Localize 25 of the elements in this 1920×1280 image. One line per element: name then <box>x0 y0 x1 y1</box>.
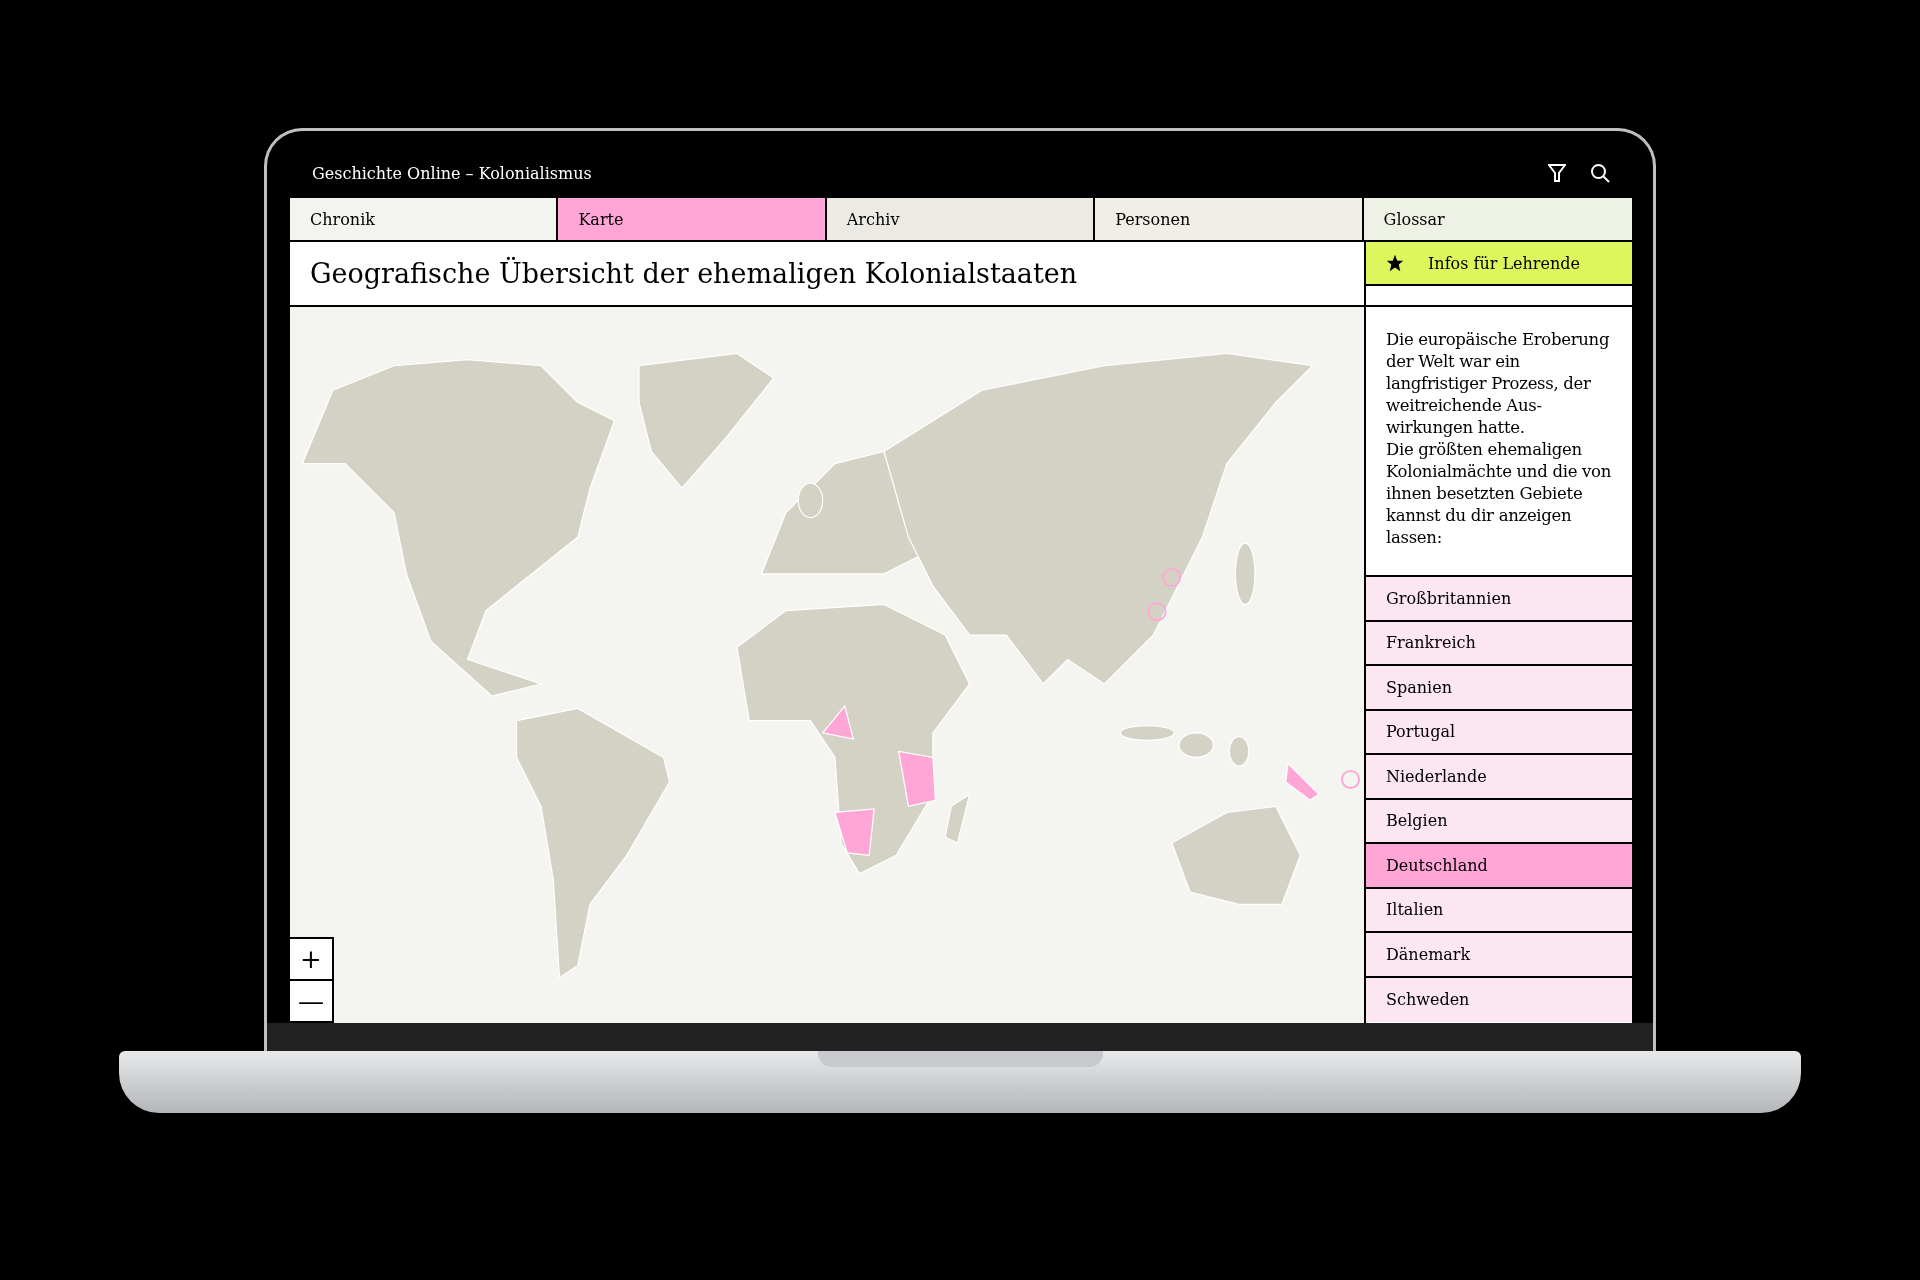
nav-tab[interactable]: Karte <box>558 198 827 242</box>
country-item[interactable]: Großbritannien <box>1366 577 1632 622</box>
zoom-button[interactable]: + <box>290 937 334 981</box>
country-item[interactable]: Spanien <box>1366 666 1632 711</box>
zoom-button[interactable]: — <box>290 979 334 1023</box>
page-title: Geografische Übersicht der ehemaligen Kolonialstaaten <box>310 258 1078 289</box>
country-item[interactable]: Iltalien <box>1366 888 1632 933</box>
teacher-info-button[interactable]: Infos für Lehrende <box>1366 242 1632 286</box>
country-item[interactable]: Belgien <box>1366 799 1632 844</box>
nav-tab[interactable]: Glossar <box>1363 198 1632 242</box>
intro-text: Die größten ehemaligen Kolonialmächte und die von ihnen besetzten Gebiete kannst du dir anzeigen lassen: <box>1386 439 1613 549</box>
intro-text: Die europäische Eroberung der Welt war ein langfristiger Prozess, der weitreichende Aus-wirkungen hatte. <box>1386 329 1611 439</box>
country-item[interactable]: Niederlande <box>1366 755 1632 800</box>
nav-tab[interactable]: Chronik <box>290 198 559 242</box>
app-title: Geschichte Online – Kolonialismus <box>312 163 592 183</box>
nav-tab[interactable]: Personen <box>1095 198 1364 242</box>
country-item[interactable]: Frankreich <box>1366 621 1632 666</box>
country-item[interactable]: Portugal <box>1366 710 1632 755</box>
country-item[interactable]: Dänemark <box>1366 933 1632 978</box>
country-item[interactable]: Schweden <box>1366 977 1632 1022</box>
country-item[interactable]: Deutschland <box>1366 844 1632 889</box>
search-icon[interactable] <box>1590 163 1610 183</box>
nav-tab[interactable]: Archiv <box>826 198 1096 242</box>
star-icon <box>1386 254 1404 272</box>
filter-icon[interactable] <box>1548 163 1566 183</box>
